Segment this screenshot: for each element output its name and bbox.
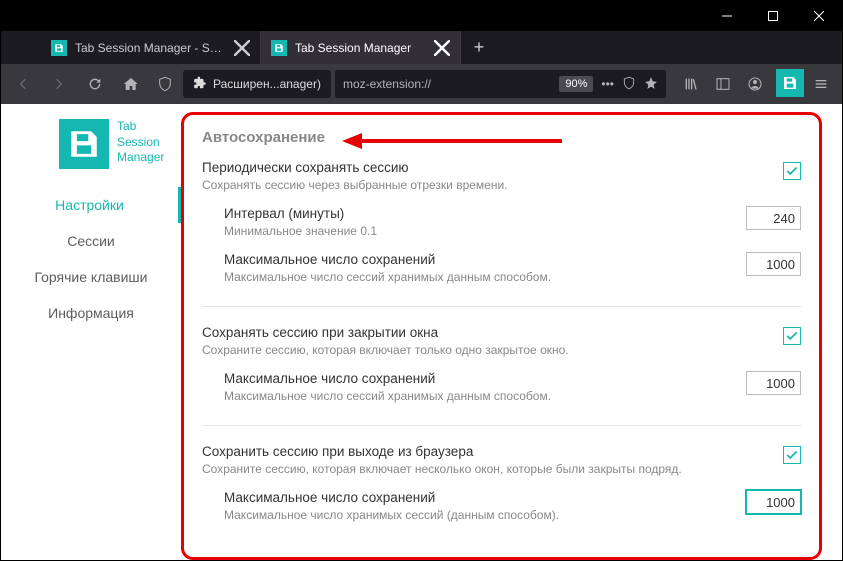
- setting-label: Периодически сохранять сессию: [202, 160, 783, 175]
- sidebar-icon[interactable]: [708, 69, 738, 99]
- sidebar-item-hotkeys[interactable]: Горячие клавиши: [1, 259, 181, 295]
- checkbox-on-exit[interactable]: [783, 446, 801, 464]
- window-maximize-button[interactable]: [750, 1, 796, 31]
- app-name-line: Manager: [117, 150, 164, 166]
- library-icon[interactable]: [676, 69, 706, 99]
- sidebar-item-settings[interactable]: Настройки: [1, 187, 181, 223]
- window-close-button[interactable]: [796, 1, 842, 31]
- setting-label: Сохранять сессию при закрытии окна: [202, 325, 783, 340]
- new-tab-button[interactable]: +: [461, 31, 497, 64]
- setting-save-on-close: Сохранять сессию при закрытии окна Сохра…: [202, 325, 801, 403]
- close-icon[interactable]: [434, 40, 450, 56]
- home-button[interactable]: [115, 68, 147, 100]
- save-icon: [271, 40, 287, 56]
- settings-main: Автосохранение Периодически сохранять се…: [181, 104, 842, 560]
- url-bar[interactable]: moz-extension:// 90% •••: [335, 70, 666, 98]
- arrow-annotation: [342, 131, 562, 151]
- bookmark-star-icon[interactable]: [644, 76, 658, 93]
- zoom-indicator[interactable]: 90%: [559, 76, 593, 92]
- setting-description: Максимальное число хранимых сессий (данн…: [224, 508, 746, 522]
- window-minimize-button[interactable]: [704, 1, 750, 31]
- extension-indicator[interactable]: Расширен...anager): [183, 70, 331, 98]
- highlight-annotation: Автосохранение Периодически сохранять се…: [181, 112, 822, 560]
- page-content: Tab Session Manager Настройки Сессии Гор…: [1, 104, 842, 560]
- setting-description: Сохранять сессию через выбранные отрезки…: [202, 178, 783, 192]
- divider: [202, 306, 801, 307]
- browser-tab[interactable]: Tab Session Manager: [261, 31, 461, 64]
- tab-label: Tab Session Manager: [295, 41, 426, 55]
- browser-tab[interactable]: Tab Session Manager - Sess: [41, 31, 261, 64]
- setting-label: Максимальное число сохранений: [224, 490, 746, 505]
- app-name-line: Tab: [117, 119, 164, 135]
- checkbox-periodic[interactable]: [783, 162, 801, 180]
- sidebar-item-sessions[interactable]: Сессии: [1, 223, 181, 259]
- setting-periodic-save: Периодически сохранять сессию Сохранять …: [202, 160, 801, 284]
- setting-description: Максимальное число сессий хранимых данны…: [224, 270, 746, 284]
- app-name-line: Session: [117, 135, 164, 151]
- window-titlebar: [1, 1, 842, 31]
- url-text: moz-extension://: [343, 77, 431, 91]
- setting-label: Сохранить сессию при выходе из браузера: [202, 444, 783, 459]
- forward-button[interactable]: [43, 68, 75, 100]
- reader-shield-icon[interactable]: [622, 76, 636, 93]
- setting-max-on-exit: Максимальное число сохранений Максимальн…: [224, 490, 801, 522]
- sidebar-item-info[interactable]: Информация: [1, 295, 181, 331]
- close-icon[interactable]: [234, 40, 250, 56]
- max-saves-input[interactable]: [746, 490, 801, 514]
- setting-save-on-exit: Сохранить сессию при выходе из браузера …: [202, 444, 801, 522]
- setting-max-on-close: Максимальное число сохранений Максимальн…: [224, 371, 801, 403]
- setting-interval: Интервал (минуты) Минимальное значение 0…: [224, 206, 801, 238]
- setting-description: Сохраните сессию, которая включает тольк…: [202, 343, 783, 357]
- checkbox-on-close[interactable]: [783, 327, 801, 345]
- tab-label: Tab Session Manager - Sess: [75, 41, 226, 55]
- shield-icon[interactable]: [151, 68, 179, 100]
- save-session-button[interactable]: [776, 69, 804, 97]
- setting-label: Максимальное число сохранений: [224, 252, 746, 267]
- extension-label: Расширен...anager): [213, 77, 321, 91]
- setting-label: Интервал (минуты): [224, 206, 746, 221]
- menu-icon[interactable]: [806, 69, 836, 99]
- browser-toolbar: Расширен...anager) moz-extension:// 90% …: [1, 64, 842, 104]
- max-saves-input[interactable]: [746, 371, 801, 395]
- divider: [202, 425, 801, 426]
- save-icon: [59, 119, 109, 169]
- setting-max-periodic: Максимальное число сохранений Максимальн…: [224, 252, 801, 284]
- save-icon: [51, 40, 67, 56]
- setting-description: Максимальное число сессий хранимых данны…: [224, 389, 746, 403]
- setting-label: Максимальное число сохранений: [224, 371, 746, 386]
- puzzle-icon: [193, 76, 207, 93]
- app-logo: Tab Session Manager: [59, 119, 164, 169]
- setting-description: Минимальное значение 0.1: [224, 224, 746, 238]
- max-saves-input[interactable]: [746, 252, 801, 276]
- interval-input[interactable]: [746, 206, 801, 230]
- browser-tabs-bar: Tab Session Manager - Sess Tab Session M…: [1, 31, 842, 64]
- setting-description: Сохраните сессию, которая включает неско…: [202, 462, 783, 476]
- settings-sidebar: Tab Session Manager Настройки Сессии Гор…: [1, 104, 181, 560]
- more-icon[interactable]: •••: [601, 77, 614, 91]
- account-icon[interactable]: [740, 69, 770, 99]
- reload-button[interactable]: [79, 68, 111, 100]
- section-title: Автосохранение: [202, 129, 801, 146]
- back-button[interactable]: [7, 68, 39, 100]
